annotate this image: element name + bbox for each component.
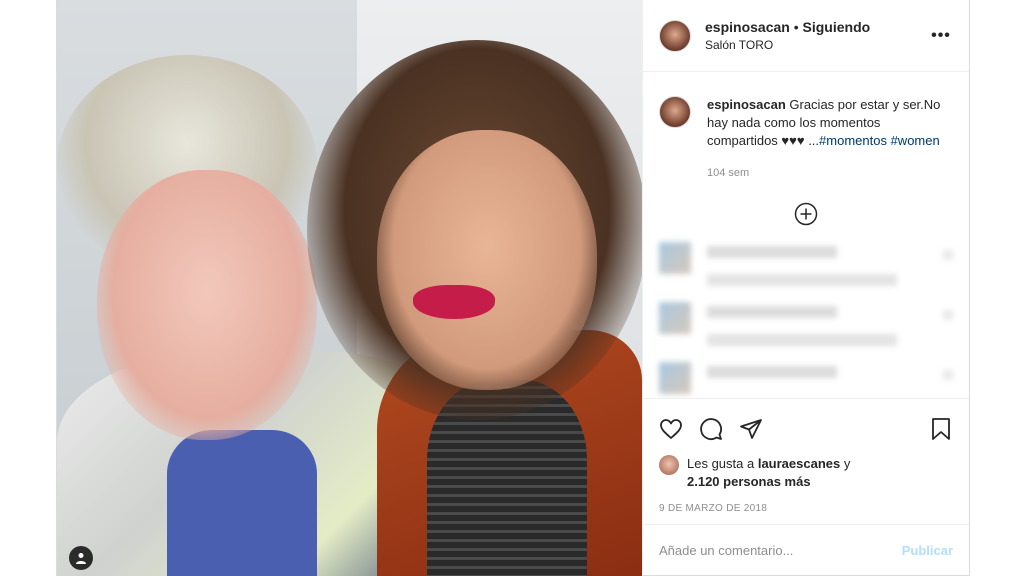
follow-status-button[interactable]: Siguiendo: [803, 19, 871, 35]
more-options-icon[interactable]: •••: [929, 24, 953, 48]
blurred-avatar: [659, 362, 691, 394]
blurred-heart-icon: [943, 310, 953, 320]
caption-text-block: espinosacan Gracias por estar y ser.No h…: [707, 96, 953, 150]
post-header-meta: espinosacan • Siguiendo Salón TORO: [705, 19, 929, 52]
post-header: espinosacan • Siguiendo Salón TORO •••: [643, 0, 969, 72]
likes-summary: Les gusta a lauraescanes y 2.120 persona…: [659, 455, 953, 491]
likes-text: Les gusta a lauraescanes y 2.120 persona…: [687, 455, 850, 491]
caption-username-link[interactable]: espinosacan: [707, 97, 786, 112]
user-tag-icon[interactable]: [69, 546, 93, 570]
publish-button[interactable]: Publicar: [902, 543, 953, 558]
liker-username-link[interactable]: lauraescanes: [758, 456, 840, 471]
avatar[interactable]: [659, 96, 691, 128]
post-dialog: espinosacan • Siguiendo Salón TORO ••• e…: [56, 0, 970, 576]
action-icons: [659, 409, 953, 449]
plus-circle-icon: [794, 202, 818, 226]
load-more-comments-button[interactable]: [659, 202, 953, 226]
post-photo[interactable]: [57, 0, 642, 576]
bookmark-icon[interactable]: [929, 417, 953, 441]
comments-section: espinosacan Gracias por estar y ser.No h…: [643, 72, 969, 398]
comment-form: Publicar: [643, 524, 969, 576]
likes-conjunction: y: [843, 456, 851, 471]
blurred-avatar: [659, 242, 691, 274]
comment-icon[interactable]: [699, 417, 723, 441]
hashtag-link[interactable]: #women: [891, 133, 940, 148]
avatar[interactable]: [659, 455, 679, 475]
hashtag-link[interactable]: #momentos: [819, 133, 887, 148]
list-item: [659, 362, 953, 394]
photo-lips: [413, 285, 495, 319]
avatar[interactable]: [659, 19, 691, 52]
blurred-comment: [707, 302, 943, 346]
photo-face-right: [377, 130, 597, 390]
blurred-heart-icon: [943, 370, 953, 380]
comment-input[interactable]: [659, 543, 902, 558]
list-item: [659, 302, 953, 346]
likes-prefix: Les gusta a: [687, 456, 755, 471]
location-link[interactable]: Salón TORO: [705, 38, 929, 52]
photo-sweater: [167, 430, 317, 576]
post-caption: espinosacan Gracias por estar y ser.No h…: [659, 96, 953, 182]
post-header-line: espinosacan • Siguiendo: [705, 19, 929, 35]
blurred-comment: [707, 242, 943, 286]
separator-dot: •: [793, 19, 799, 35]
caption-timestamp[interactable]: 104 sem: [707, 164, 953, 182]
post-actions: Les gusta a lauraescanes y 2.120 persona…: [643, 398, 969, 514]
username-link[interactable]: espinosacan: [705, 19, 790, 35]
list-item: [659, 242, 953, 286]
blurred-avatar: [659, 302, 691, 334]
caption-body: espinosacan Gracias por estar y ser.No h…: [707, 96, 953, 182]
post-date[interactable]: 9 de marzo de 2018: [659, 503, 953, 514]
blurred-heart-icon: [943, 250, 953, 260]
post-sidebar: espinosacan • Siguiendo Salón TORO ••• e…: [642, 0, 969, 576]
photo-face-left: [97, 170, 317, 440]
likes-count-link[interactable]: 2.120 personas más: [687, 474, 811, 489]
share-icon[interactable]: [739, 417, 763, 441]
blurred-comment: [707, 362, 943, 378]
heart-icon[interactable]: [659, 417, 683, 441]
